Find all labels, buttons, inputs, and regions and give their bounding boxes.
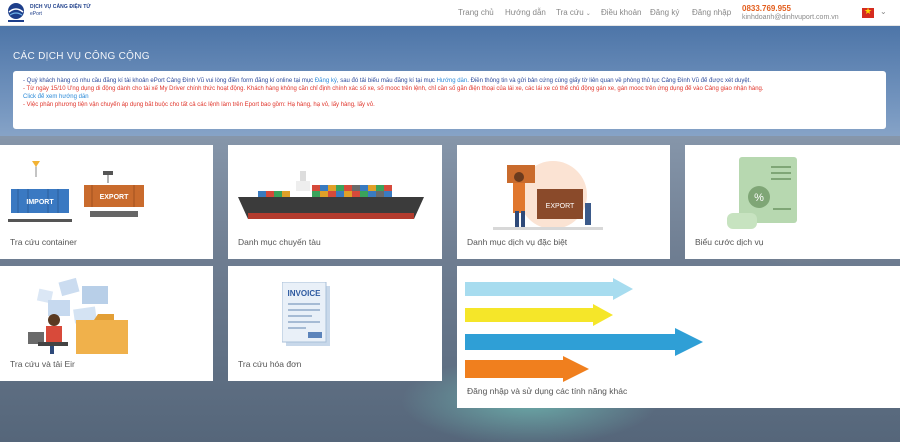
invoice-icon: INVOICE: [282, 282, 330, 346]
card-label: Tra cứu hóa đơn: [238, 359, 302, 369]
card-login-more-features[interactable]: Đăng nhập và sử dụng các tính năng khác: [457, 266, 900, 408]
notice-box: - Quý khách hàng có nhu cầu đăng kí tài …: [13, 71, 886, 129]
chevron-down-icon[interactable]: ⌄: [880, 7, 887, 16]
guide-click-link[interactable]: Click để xem hướng dẫn: [23, 93, 876, 101]
notice-line-4: - Việc phân phương tiện vận chuyển áp dụ…: [23, 102, 375, 108]
export-label: EXPORT: [100, 194, 130, 201]
notice-line-1: - Quý khách hàng có nhu cầu đăng kí tài …: [23, 77, 876, 85]
brand-title: DỊCH VỤ CẢNG ĐIỆN TỬ: [30, 4, 91, 10]
card-special-services[interactable]: EXPORT Danh mục dịch vụ đặc biệt: [457, 145, 670, 259]
invoice-label: INVOICE: [288, 289, 322, 298]
svg-text:%: %: [754, 192, 764, 204]
export-label: EXPORT: [546, 203, 575, 210]
nav-register[interactable]: Đăng ký: [650, 8, 679, 17]
card-label: Đăng nhập và sử dụng các tính năng khác: [467, 386, 628, 396]
logo-icon[interactable]: [4, 2, 28, 24]
card-eir-lookup[interactable]: Tra cứu và tải Eir: [0, 266, 213, 381]
card-container-lookup[interactable]: IMPORT EXPORT Tra cứu container: [0, 145, 213, 259]
top-header: DỊCH VỤ CẢNG ĐIỆN TỬ ePort Trang chủ Hướ…: [0, 0, 900, 26]
ship-icon: [238, 171, 424, 219]
nav-login[interactable]: Đăng nhập: [692, 8, 731, 17]
card-tariff[interactable]: % Biểu cước dịch vụ: [685, 145, 900, 259]
special-service-icon: EXPORT: [493, 161, 603, 230]
brand-subtitle: ePort: [30, 11, 42, 17]
nav-lookup-label: Tra cứu: [556, 8, 584, 17]
card-vessel-schedule[interactable]: Danh mục chuyến tàu: [228, 145, 442, 259]
notice-text: . Điền thông tin và gửi bản cứng cùng gi…: [467, 78, 751, 84]
card-label: Biểu cước dịch vụ: [695, 237, 764, 247]
nav-terms[interactable]: Điều khoản: [601, 8, 641, 17]
arrows-icon: [465, 278, 703, 382]
guide-link[interactable]: Hướng dẫn: [437, 78, 468, 84]
brand[interactable]: DỊCH VỤ CẢNG ĐIỆN TỬ ePort: [30, 4, 91, 17]
card-label: Tra cứu container: [10, 237, 77, 247]
card-invoice-lookup[interactable]: INVOICE Tra cứu hóa đơn: [228, 266, 442, 381]
nav-guide[interactable]: Hướng dẫn: [505, 8, 546, 17]
email-address[interactable]: kinhdoanh@dinhvuport.com.vn: [742, 13, 839, 22]
import-label: IMPORT: [26, 199, 54, 206]
container-icon: IMPORT EXPORT: [8, 161, 144, 222]
notice-text: - Quý khách hàng có nhu cầu đăng kí tài …: [23, 78, 315, 84]
nav-home[interactable]: Trang chủ: [458, 8, 494, 17]
contact-info: 0833.769.955 kinhdoanh@dinhvuport.com.vn: [742, 4, 839, 22]
tariff-icon: %: [727, 157, 797, 229]
eir-icon: [28, 277, 128, 354]
card-label: Tra cứu và tải Eir: [10, 359, 75, 369]
page-title: CÁC DỊCH VỤ CÔNG CỘNG: [13, 51, 150, 62]
phone-number[interactable]: 0833.769.955: [742, 4, 839, 13]
nav-lookup[interactable]: Tra cứu ⌄: [556, 8, 591, 17]
card-label: Danh mục dịch vụ đặc biệt: [467, 237, 568, 247]
notice-text: , sau đó tải biểu mẫu đăng kí tại mục: [336, 78, 437, 84]
card-label: Danh mục chuyến tàu: [238, 237, 321, 247]
chevron-down-icon: ⌄: [585, 11, 591, 17]
register-link[interactable]: Đăng ký: [315, 78, 337, 84]
notice-line-2: - Từ ngày 15/10 Ứng dụng di động dành ch…: [23, 86, 764, 92]
vietnam-flag-icon[interactable]: [862, 6, 874, 18]
